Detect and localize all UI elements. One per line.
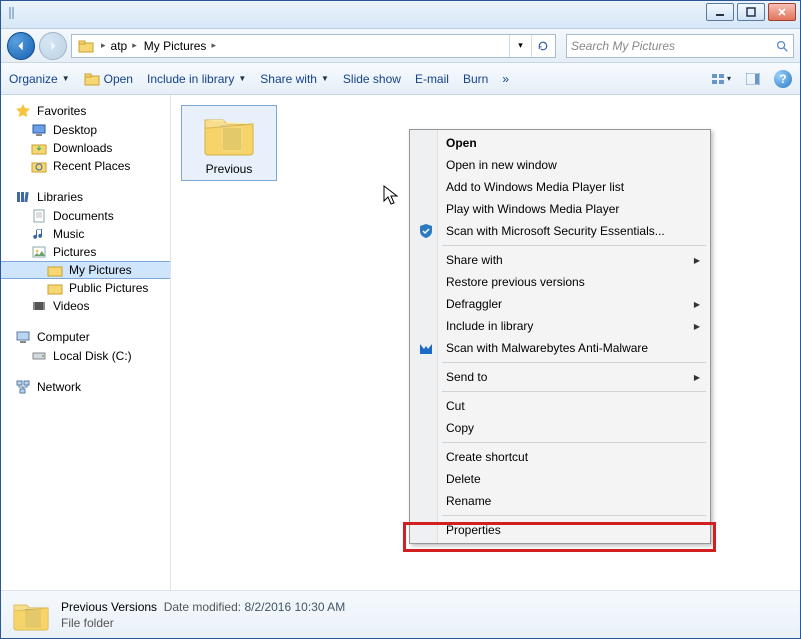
- sidebar-item-videos[interactable]: Videos: [1, 297, 170, 315]
- address-dropdown-button[interactable]: ▾: [509, 35, 531, 57]
- details-type: File folder: [61, 616, 345, 630]
- context-delete[interactable]: Delete: [412, 468, 708, 490]
- breadcrumb-seg1[interactable]: atp▸: [109, 35, 142, 57]
- toolbar-overflow-button[interactable]: »: [502, 72, 510, 86]
- cursor-icon: [383, 185, 401, 207]
- chevron-right-icon[interactable]: ▸: [98, 40, 109, 51]
- context-rename[interactable]: Rename: [412, 490, 708, 512]
- folder-icon: [201, 110, 257, 158]
- context-add-wmp[interactable]: Add to Windows Media Player list: [412, 176, 708, 198]
- breadcrumb-seg2[interactable]: My Pictures▸: [142, 35, 221, 57]
- close-button[interactable]: [768, 3, 796, 21]
- sidebar-item-desktop[interactable]: Desktop: [1, 121, 170, 139]
- back-button[interactable]: [7, 32, 35, 60]
- content-pane[interactable]: Previous Open Open in new window Add to …: [171, 95, 800, 590]
- explorer-window: ▸ atp▸ My Pictures▸ ▾ Search My Pictures…: [0, 0, 801, 639]
- burn-button[interactable]: Burn: [463, 72, 488, 86]
- folder-icon: [78, 38, 94, 54]
- context-scan-malwarebytes[interactable]: Scan with Malwarebytes Anti-Malware: [412, 337, 708, 359]
- search-input[interactable]: Search My Pictures: [566, 34, 794, 58]
- sidebar-item-local-disk[interactable]: Local Disk (C:): [1, 347, 170, 365]
- libraries-group[interactable]: Libraries: [1, 187, 170, 207]
- context-restore-previous[interactable]: Restore previous versions: [412, 271, 708, 293]
- context-copy[interactable]: Copy: [412, 417, 708, 439]
- sidebar-item-downloads[interactable]: Downloads: [1, 139, 170, 157]
- sidebar-item-recent[interactable]: Recent Places: [1, 157, 170, 175]
- toolbar: Organize▼ Open Include in library▼ Share…: [1, 63, 800, 95]
- sidebar-item-public-pictures[interactable]: Public Pictures: [1, 279, 170, 297]
- refresh-button[interactable]: [531, 35, 553, 57]
- context-create-shortcut[interactable]: Create shortcut: [412, 446, 708, 468]
- computer-group[interactable]: Computer: [1, 327, 170, 347]
- slideshow-button[interactable]: Slide show: [343, 72, 401, 86]
- details-modified-value: 8/2/2016 10:30 AM: [244, 600, 345, 614]
- help-button[interactable]: ?: [774, 70, 792, 88]
- organize-button[interactable]: Organize▼: [9, 72, 70, 86]
- context-share-with[interactable]: Share with: [412, 249, 708, 271]
- context-properties[interactable]: Properties: [412, 519, 708, 541]
- minimize-button[interactable]: [706, 3, 734, 21]
- folder-icon: [11, 597, 51, 633]
- maximize-button[interactable]: [737, 3, 765, 21]
- details-modified-label: Date modified:: [164, 600, 241, 614]
- context-menu: Open Open in new window Add to Windows M…: [409, 129, 711, 544]
- view-options-button[interactable]: [710, 69, 732, 89]
- sidebar-item-documents[interactable]: Documents: [1, 207, 170, 225]
- search-icon: [775, 39, 789, 53]
- preview-pane-button[interactable]: [742, 69, 764, 89]
- sidebar-item-pictures[interactable]: Pictures: [1, 243, 170, 261]
- search-placeholder: Search My Pictures: [571, 39, 675, 53]
- context-cut[interactable]: Cut: [412, 395, 708, 417]
- malwarebytes-icon: [418, 340, 434, 356]
- sidebar-item-music[interactable]: Music: [1, 225, 170, 243]
- favorites-group[interactable]: Favorites: [1, 101, 170, 121]
- address-bar[interactable]: ▸ atp▸ My Pictures▸ ▾: [71, 34, 556, 58]
- folder-item-previous-versions[interactable]: Previous: [181, 105, 277, 181]
- forward-button[interactable]: [39, 32, 67, 60]
- email-button[interactable]: E-mail: [415, 72, 449, 86]
- folder-label: Previous: [206, 162, 253, 176]
- context-open[interactable]: Open: [412, 132, 708, 154]
- titlebar: [1, 1, 800, 29]
- details-pane: Previous Versions Date modified: 8/2/201…: [1, 590, 800, 638]
- context-open-new-window[interactable]: Open in new window: [412, 154, 708, 176]
- context-send-to[interactable]: Send to: [412, 366, 708, 388]
- open-button[interactable]: Open: [84, 71, 133, 87]
- navigation-pane: Favorites Desktop Downloads Recent Place…: [1, 95, 171, 590]
- details-name: Previous Versions: [61, 600, 157, 614]
- sidebar-item-my-pictures[interactable]: My Pictures: [1, 261, 170, 279]
- shield-icon: [418, 223, 434, 239]
- context-include-in-library[interactable]: Include in library: [412, 315, 708, 337]
- network-group[interactable]: Network: [1, 377, 170, 397]
- include-in-library-button[interactable]: Include in library▼: [147, 72, 246, 86]
- context-defraggler[interactable]: Defraggler: [412, 293, 708, 315]
- context-play-wmp[interactable]: Play with Windows Media Player: [412, 198, 708, 220]
- context-scan-mse[interactable]: Scan with Microsoft Security Essentials.…: [412, 220, 708, 242]
- navbar: ▸ atp▸ My Pictures▸ ▾ Search My Pictures: [1, 29, 800, 63]
- share-with-button[interactable]: Share with▼: [260, 72, 329, 86]
